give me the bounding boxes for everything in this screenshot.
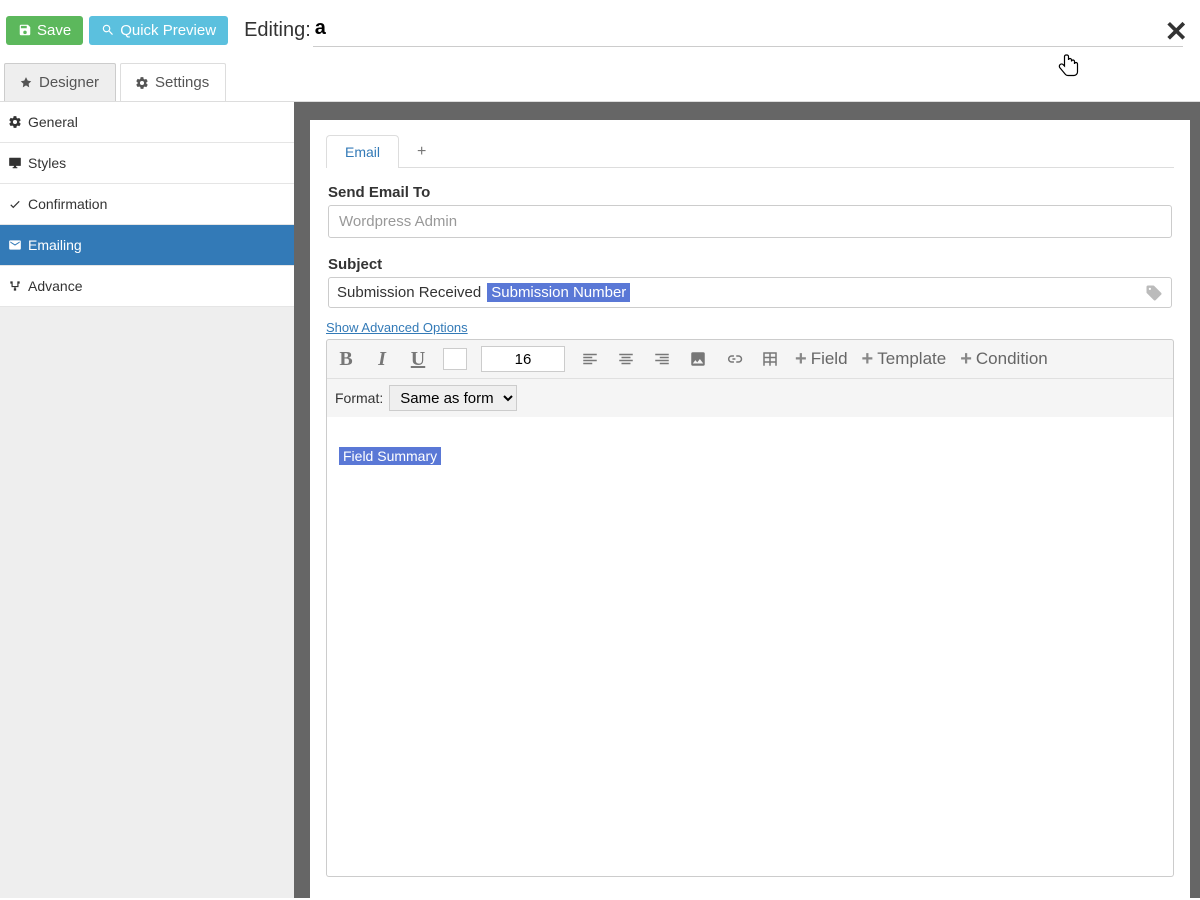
form-name-input[interactable] bbox=[313, 13, 1183, 47]
preview-button-label: Quick Preview bbox=[120, 22, 216, 39]
save-button-label: Save bbox=[37, 22, 71, 39]
tab-email-label: Email bbox=[345, 144, 380, 160]
align-center-icon bbox=[617, 350, 635, 368]
send-to-label: Send Email To bbox=[328, 184, 1172, 201]
gear-icon bbox=[135, 76, 149, 90]
align-left-icon bbox=[581, 350, 599, 368]
sidebar-item-styles[interactable]: Styles bbox=[0, 143, 294, 184]
advanced-options-link[interactable]: Show Advanced Options bbox=[326, 320, 468, 335]
tab-email[interactable]: Email bbox=[326, 135, 399, 168]
check-icon bbox=[8, 197, 22, 211]
image-icon bbox=[689, 350, 707, 368]
close-icon[interactable]: ✕ bbox=[1165, 18, 1188, 46]
subject-label: Subject bbox=[328, 256, 1172, 273]
table-icon bbox=[761, 350, 779, 368]
format-label: Format: bbox=[335, 390, 383, 406]
align-right-button[interactable] bbox=[651, 348, 673, 370]
tag-icon[interactable] bbox=[1145, 284, 1163, 302]
tab-settings[interactable]: Settings bbox=[120, 63, 226, 101]
insert-condition-label: Condition bbox=[976, 349, 1048, 369]
save-button[interactable]: Save bbox=[6, 16, 83, 45]
image-button[interactable] bbox=[687, 348, 709, 370]
toolbar-row-2: Format: Same as form bbox=[327, 379, 1173, 417]
subject-input[interactable]: Submission Received Submission Number bbox=[328, 277, 1172, 308]
layout: General Styles Confirmation Emailing Adv… bbox=[0, 102, 1200, 898]
preview-button[interactable]: Quick Preview bbox=[89, 16, 228, 45]
align-left-button[interactable] bbox=[579, 348, 601, 370]
tab-designer[interactable]: Designer bbox=[4, 63, 116, 101]
subject-block: Subject Submission Received Submission N… bbox=[326, 240, 1174, 310]
designer-icon bbox=[19, 76, 33, 90]
subject-token[interactable]: Submission Number bbox=[487, 283, 630, 302]
send-to-input[interactable] bbox=[328, 205, 1172, 238]
sidebar-item-label: Emailing bbox=[28, 237, 82, 253]
envelope-icon bbox=[8, 238, 22, 252]
editor-toolbar: B I U +Field +Template +Condition bbox=[326, 339, 1174, 417]
add-email-tab-button[interactable]: + bbox=[403, 137, 440, 167]
bold-button[interactable]: B bbox=[335, 348, 357, 370]
table-button[interactable] bbox=[759, 348, 781, 370]
align-center-button[interactable] bbox=[615, 348, 637, 370]
insert-field-label: Field bbox=[811, 349, 848, 369]
editor-area[interactable]: Field Summary bbox=[326, 417, 1174, 877]
italic-button[interactable]: I bbox=[371, 348, 393, 370]
field-summary-token[interactable]: Field Summary bbox=[339, 447, 441, 465]
sidebar-item-label: Styles bbox=[28, 155, 66, 171]
subject-text: Submission Received bbox=[337, 284, 481, 301]
plus-icon: + bbox=[862, 348, 874, 371]
editing-label: Editing: bbox=[244, 19, 311, 42]
insert-template-label: Template bbox=[877, 349, 946, 369]
email-tabs: Email + bbox=[326, 134, 1174, 168]
format-select[interactable]: Same as form bbox=[389, 385, 517, 411]
sidebar-item-confirmation[interactable]: Confirmation bbox=[0, 184, 294, 225]
align-right-icon bbox=[653, 350, 671, 368]
color-picker[interactable] bbox=[443, 348, 467, 370]
link-button[interactable] bbox=[723, 348, 745, 370]
content-canvas: Email + Send Email To Subject Submission… bbox=[294, 102, 1200, 898]
plus-icon: + bbox=[795, 348, 807, 371]
plus-icon: + bbox=[960, 348, 972, 371]
sidebar-item-label: Confirmation bbox=[28, 196, 107, 212]
tab-settings-label: Settings bbox=[155, 74, 209, 91]
nodes-icon bbox=[8, 279, 22, 293]
underline-button[interactable]: U bbox=[407, 348, 429, 370]
search-icon bbox=[101, 23, 115, 37]
insert-condition-button[interactable]: +Condition bbox=[960, 348, 1048, 371]
monitor-icon bbox=[8, 156, 22, 170]
insert-field-button[interactable]: +Field bbox=[795, 348, 848, 371]
sidebar-item-advance[interactable]: Advance bbox=[0, 266, 294, 307]
sidebar-item-emailing[interactable]: Emailing bbox=[0, 225, 294, 266]
sidebar-item-label: General bbox=[28, 114, 78, 130]
link-icon bbox=[725, 350, 743, 368]
toolbar-row-1: B I U +Field +Template +Condition bbox=[327, 340, 1173, 379]
sidebar-item-label: Advance bbox=[28, 278, 82, 294]
font-size-input[interactable] bbox=[481, 346, 565, 372]
topbar: Save Quick Preview Editing: ✕ bbox=[0, 0, 1200, 59]
gear-icon bbox=[8, 115, 22, 129]
sidebar-item-general[interactable]: General bbox=[0, 102, 294, 143]
main-tabs: Designer Settings bbox=[0, 63, 1200, 102]
settings-sidebar: General Styles Confirmation Emailing Adv… bbox=[0, 102, 294, 898]
tab-designer-label: Designer bbox=[39, 74, 99, 91]
send-to-block: Send Email To bbox=[326, 168, 1174, 240]
save-icon bbox=[18, 23, 32, 37]
content-panel: Email + Send Email To Subject Submission… bbox=[310, 120, 1190, 898]
insert-template-button[interactable]: +Template bbox=[862, 348, 947, 371]
